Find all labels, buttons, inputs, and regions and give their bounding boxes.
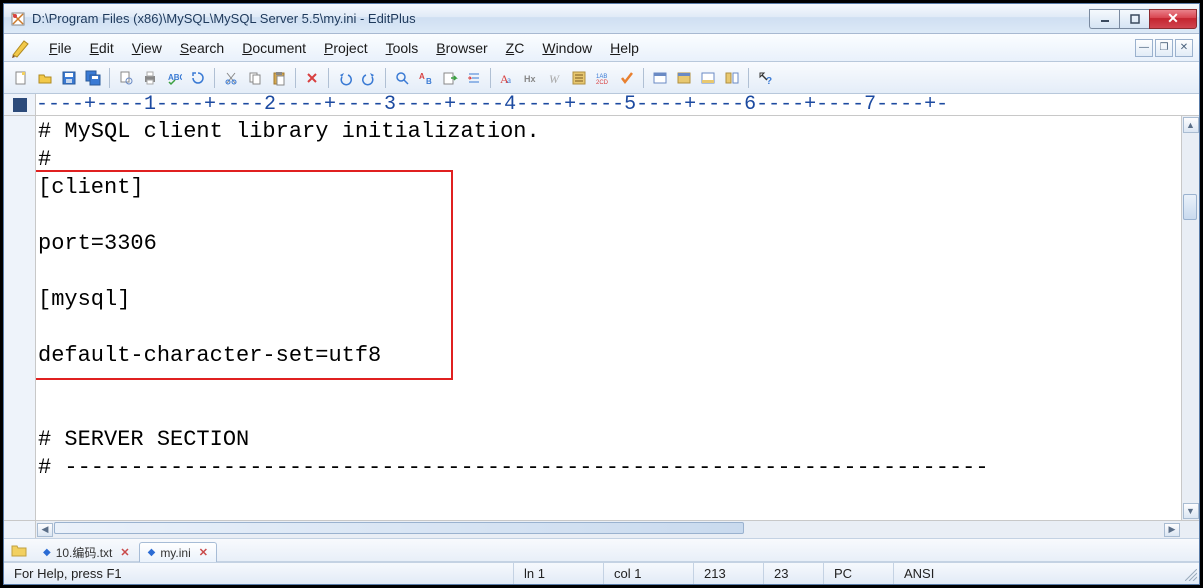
svg-text:W: W <box>549 72 560 86</box>
svg-text:2CD: 2CD <box>596 80 609 86</box>
menu-document[interactable]: Document <box>233 37 315 59</box>
check-button[interactable] <box>616 67 638 89</box>
window-controls: ✕ <box>1089 9 1197 29</box>
menu-tools[interactable]: Tools <box>377 37 428 59</box>
doc-tab-label: 10.编码.txt <box>56 544 113 561</box>
goto-button[interactable] <box>439 67 461 89</box>
tab-close-icon[interactable]: ✕ <box>199 546 208 559</box>
cut-button[interactable] <box>220 67 242 89</box>
menu-project[interactable]: Project <box>315 37 377 59</box>
save-button[interactable] <box>58 67 80 89</box>
status-help: For Help, press F1 <box>4 563 514 584</box>
redo-button[interactable] <box>358 67 380 89</box>
directory-button[interactable] <box>673 67 695 89</box>
find-button[interactable] <box>391 67 413 89</box>
undo-button[interactable] <box>334 67 356 89</box>
status-col: col 1 <box>604 563 694 584</box>
menu-edit[interactable]: Edit <box>81 37 123 59</box>
help-button[interactable]: ? <box>754 67 776 89</box>
folder-icon[interactable] <box>10 541 28 559</box>
menu-browser[interactable]: Browser <box>427 37 496 59</box>
hscroll-row: ◀ ▶ <box>4 520 1199 538</box>
vscroll-track[interactable] <box>1182 134 1199 502</box>
svg-text:Hx: Hx <box>524 74 536 84</box>
mdi-restore-button[interactable]: ❐ <box>1155 39 1173 57</box>
menu-help[interactable]: Help <box>601 37 648 59</box>
ruler-row: ----+----1----+----2----+----3----+----4… <box>4 94 1199 116</box>
print-preview-button[interactable] <box>115 67 137 89</box>
close-button[interactable]: ✕ <box>1149 9 1197 29</box>
text-editor[interactable]: # MySQL client library initialization. #… <box>36 116 1181 520</box>
status-mode: PC <box>824 563 894 584</box>
scroll-left-button[interactable]: ◀ <box>37 523 53 537</box>
diamond-icon: ◆ <box>43 547 51 558</box>
new-file-button[interactable] <box>10 67 32 89</box>
replace-button[interactable]: AB <box>415 67 437 89</box>
menu-file[interactable]: File <box>40 37 81 59</box>
spellcheck-button[interactable]: ABC <box>163 67 185 89</box>
mdi-close-button[interactable]: ✕ <box>1175 39 1193 57</box>
print-button[interactable] <box>139 67 161 89</box>
ruler: ----+----1----+----2----+----3----+----4… <box>36 94 1199 115</box>
mdi-minimize-button[interactable]: — <box>1135 39 1153 57</box>
toolbar: ABC AB Aa Hx W 1AB2CD ? <box>4 62 1199 94</box>
scroll-right-button[interactable]: ▶ <box>1164 523 1180 537</box>
scroll-up-button[interactable]: ▲ <box>1183 117 1199 133</box>
doc-tab-label: my.ini <box>160 546 190 560</box>
resize-grip-icon[interactable] <box>1181 565 1199 583</box>
app-icon <box>10 11 26 27</box>
line-gutter <box>4 116 36 520</box>
copy-button[interactable] <box>244 67 266 89</box>
horizontal-scrollbar[interactable]: ◀ ▶ <box>36 521 1181 538</box>
menu-search[interactable]: Search <box>171 37 233 59</box>
doc-tab-1[interactable]: ◆ my.ini ✕ <box>139 542 217 562</box>
save-all-button[interactable] <box>82 67 104 89</box>
scroll-down-button[interactable]: ▼ <box>1183 503 1199 519</box>
svg-text:a: a <box>507 75 511 85</box>
hex-button[interactable]: Hx <box>520 67 542 89</box>
vertical-scrollbar[interactable]: ▲ ▼ <box>1181 116 1199 520</box>
ruler-cursor-icon <box>13 98 27 112</box>
svg-text:?: ? <box>766 76 772 86</box>
wordwrap-button[interactable]: W <box>544 67 566 89</box>
window-title: D:\Program Files (x86)\MySQL\MySQL Serve… <box>32 11 1089 26</box>
svg-text:A: A <box>419 72 425 81</box>
document-tab-strip: ◆ 10.编码.txt ✕ ◆ my.ini ✕ <box>4 538 1199 562</box>
doc-tab-0[interactable]: ◆ 10.编码.txt ✕ <box>34 542 139 562</box>
column-button[interactable]: 1AB2CD <box>592 67 614 89</box>
menu-zc[interactable]: ZC <box>497 37 534 59</box>
cliptext-button[interactable] <box>721 67 743 89</box>
status-encoding: ANSI <box>894 563 994 584</box>
vscroll-thumb[interactable] <box>1183 194 1197 220</box>
hscroll-track[interactable] <box>54 521 1163 538</box>
statusbar: For Help, press F1 ln 1 col 1 213 23 PC … <box>4 562 1199 584</box>
output-button[interactable] <box>697 67 719 89</box>
editplus-icon <box>10 37 32 59</box>
status-line: ln 1 <box>514 563 604 584</box>
menubar: File Edit View Search Document Project T… <box>4 34 1199 62</box>
ruler-gutter <box>4 94 36 115</box>
app-window: D:\Program Files (x86)\MySQL\MySQL Serve… <box>3 3 1200 585</box>
hscroll-thumb[interactable] <box>54 522 744 534</box>
tab-close-icon[interactable]: ✕ <box>120 546 129 559</box>
menu-view[interactable]: View <box>123 37 171 59</box>
editor-area: # MySQL client library initialization. #… <box>4 116 1199 520</box>
linenum-button[interactable] <box>568 67 590 89</box>
minimize-button[interactable] <box>1089 9 1119 29</box>
svg-text:B: B <box>426 77 432 86</box>
paste-button[interactable] <box>268 67 290 89</box>
open-file-button[interactable] <box>34 67 56 89</box>
delete-button[interactable] <box>301 67 323 89</box>
indent-button[interactable] <box>463 67 485 89</box>
titlebar: D:\Program Files (x86)\MySQL\MySQL Serve… <box>4 4 1199 34</box>
maximize-button[interactable] <box>1119 9 1149 29</box>
menu-window[interactable]: Window <box>533 37 601 59</box>
refresh-button[interactable] <box>187 67 209 89</box>
status-sel: 23 <box>764 563 824 584</box>
diamond-icon: ◆ <box>148 547 156 558</box>
font-button[interactable]: Aa <box>496 67 518 89</box>
status-total: 213 <box>694 563 764 584</box>
window-list-button[interactable] <box>649 67 671 89</box>
